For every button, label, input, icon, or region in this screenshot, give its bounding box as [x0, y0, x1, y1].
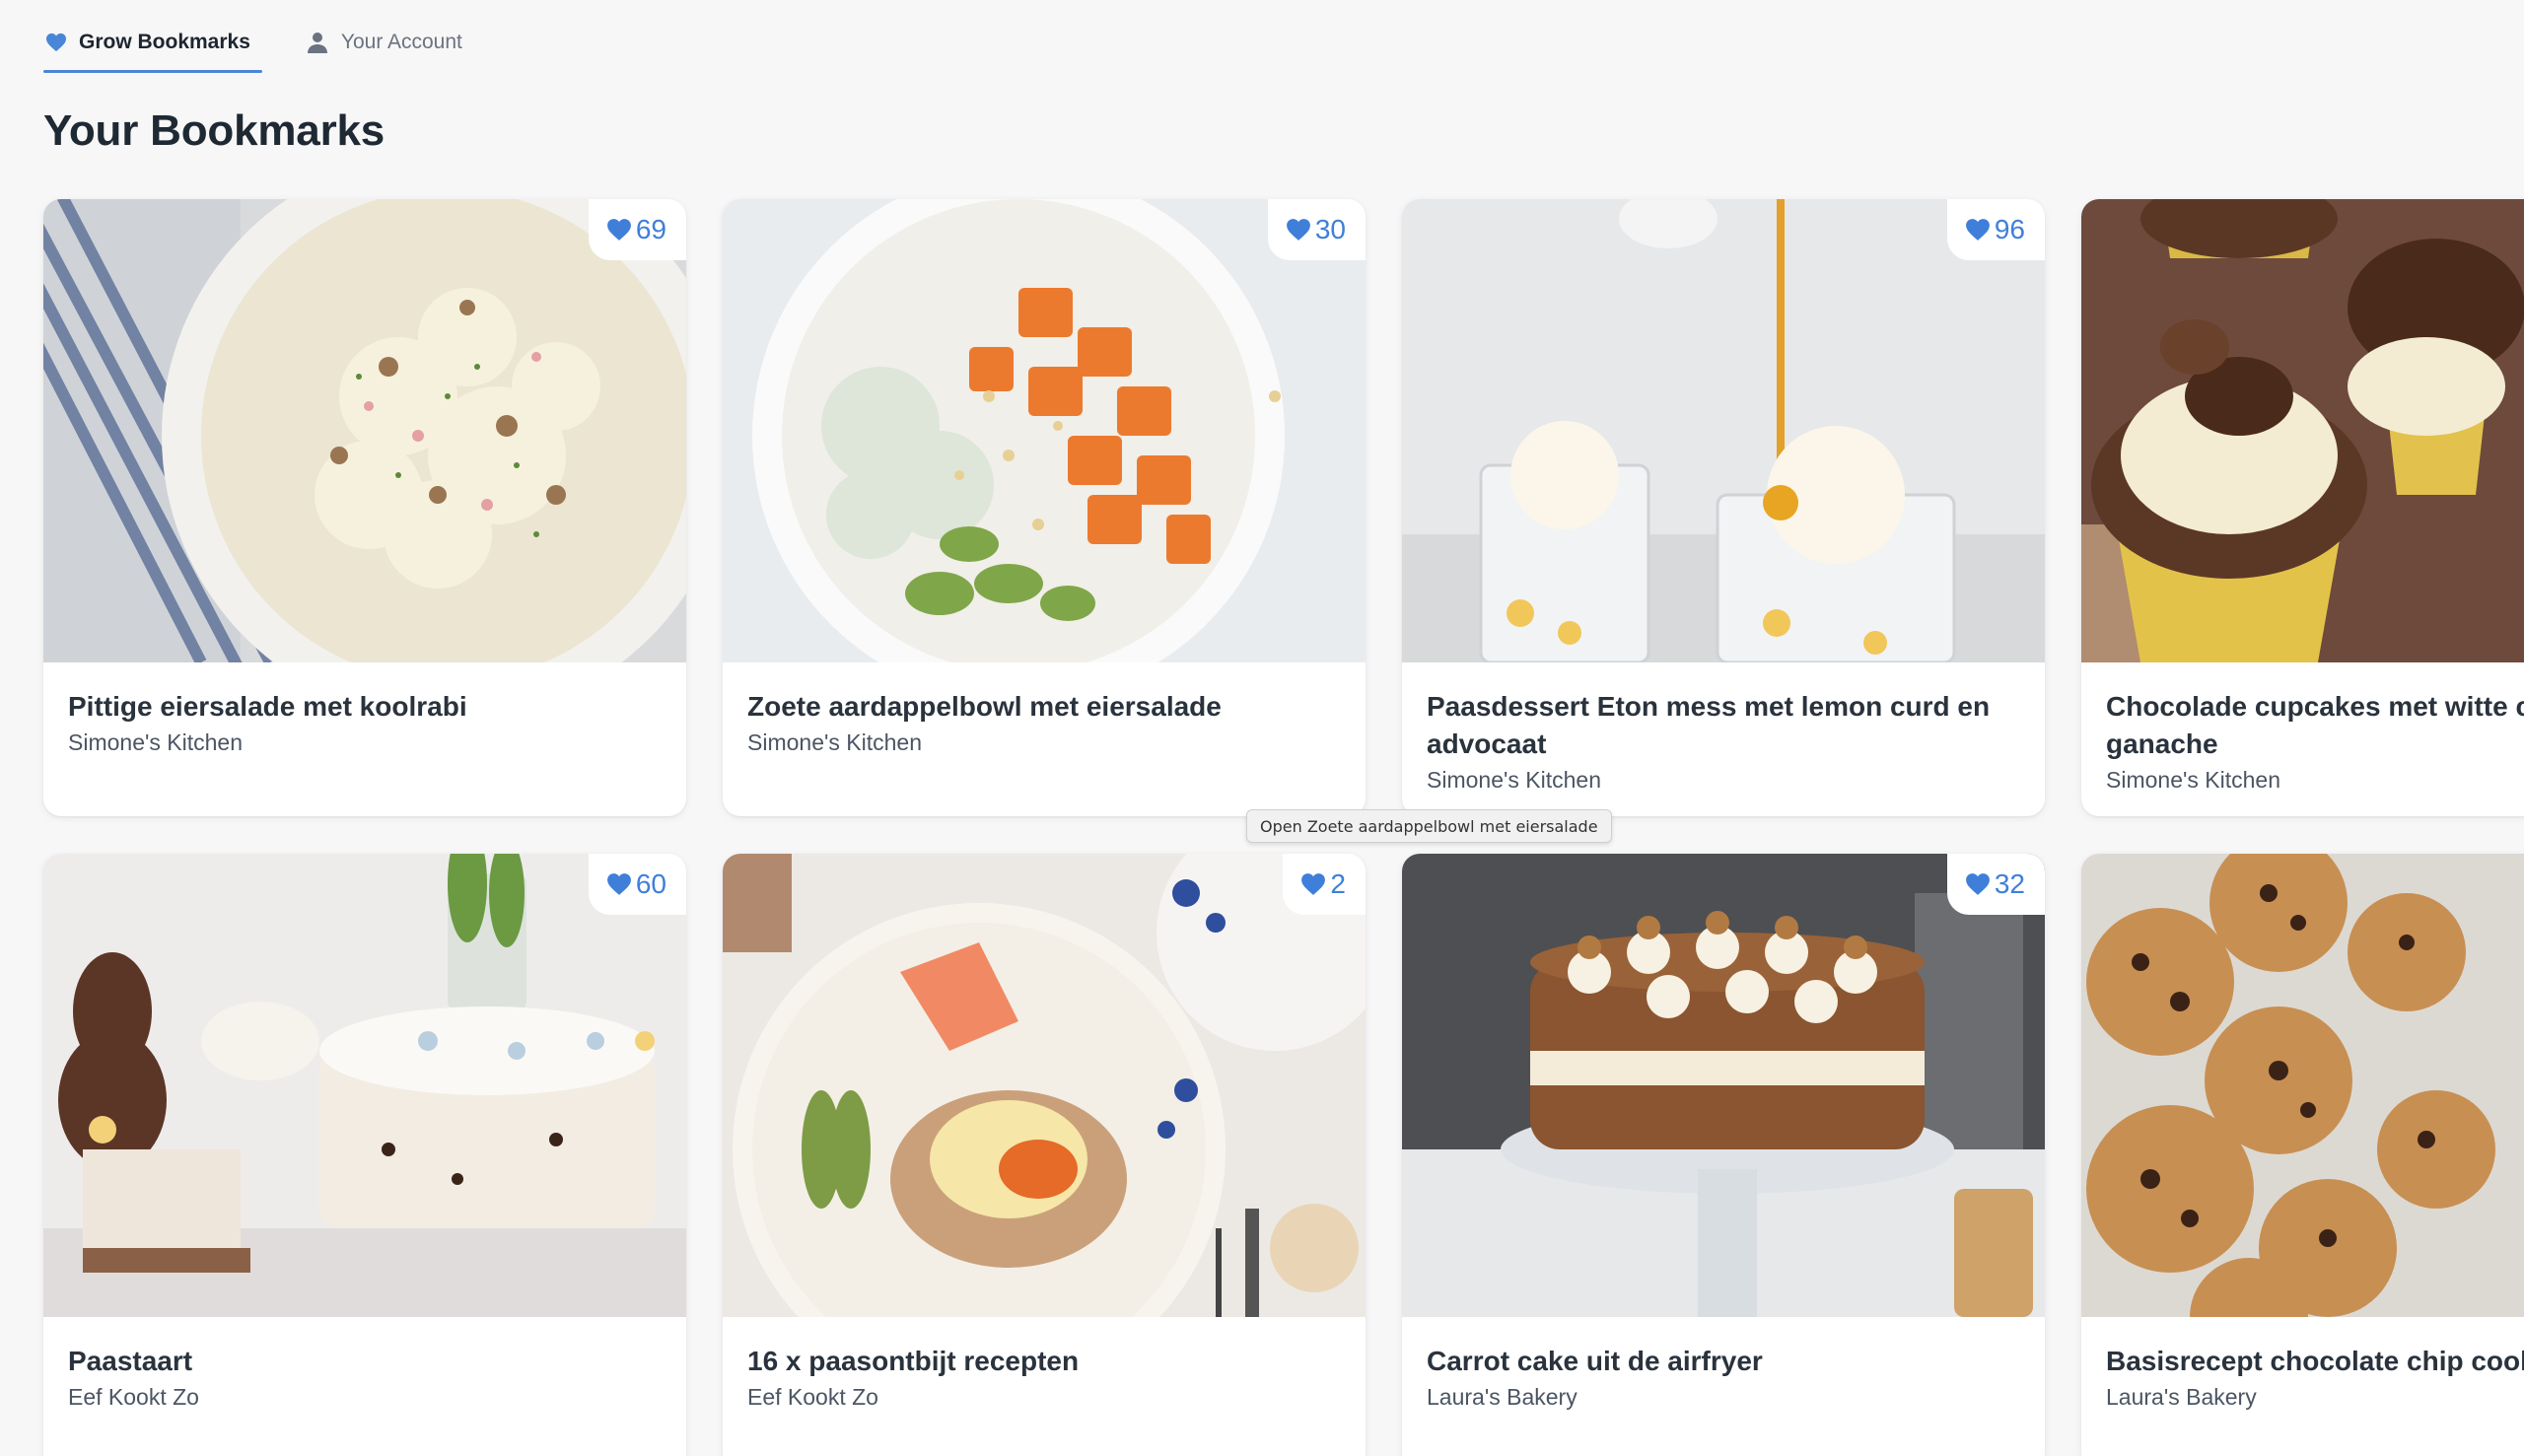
card-body: Paastaart Eef Kookt Zo — [43, 1317, 686, 1412]
page: Grow Bookmarks Your Account Your Bookmar… — [0, 0, 2524, 1456]
tab-grow-bookmarks[interactable]: Grow Bookmarks — [43, 12, 262, 73]
recipe-image: 96 — [1402, 199, 2045, 662]
recipe-image: 60 — [43, 854, 686, 1317]
recipe-title: Paasdessert Eton mess met lemon curd en … — [1427, 691, 1991, 759]
bookmark-card[interactable]: 30 Zoete aardappelbowl met eiersalade Si… — [723, 199, 1366, 816]
recipe-title: Chocolade cupcakes met witte chocolade g… — [2106, 691, 2524, 759]
heart-icon — [1286, 218, 1311, 242]
recipe-image: 30 — [723, 199, 1366, 662]
recipe-author: Eef Kookt Zo — [747, 1384, 878, 1410]
like-count: 96 — [1994, 214, 2025, 244]
bookmark-card[interactable]: Basisrecept chocolate chip cookies Laura… — [2081, 854, 2524, 1456]
card-body: Pittige eiersalade met koolrabi Simone's… — [43, 662, 686, 757]
recipe-author: Simone's Kitchen — [1427, 767, 1601, 793]
heart-icon — [45, 33, 67, 52]
heart-icon — [1965, 218, 1991, 242]
card-body: 16 x paasontbijt recepten Eef Kookt Zo — [723, 1317, 1366, 1412]
recipe-author: Eef Kookt Zo — [68, 1384, 199, 1410]
like-count: 30 — [1314, 214, 1346, 244]
tab-label: Grow Bookmarks — [79, 31, 250, 53]
recipe-author: Laura's Bakery — [1427, 1384, 1578, 1410]
recipe-author: Simone's Kitchen — [2106, 767, 2280, 793]
like-count: 69 — [635, 214, 666, 244]
recipe-title: Basisrecept chocolate chip cookies — [2106, 1346, 2524, 1376]
recipe-title: Carrot cake uit de airfryer — [1427, 1346, 1763, 1376]
bookmark-card[interactable]: 32 Carrot cake uit de airfryer Laura's B… — [1402, 854, 2045, 1456]
bookmark-card[interactable]: 2 16 x paasontbijt recepten Eef Kookt Zo — [723, 854, 1366, 1456]
recipe-image — [2081, 199, 2524, 662]
like-count-badge: 30 — [1267, 199, 1366, 260]
like-count-badge: 32 — [1946, 854, 2045, 915]
card-body: Carrot cake uit de airfryer Laura's Bake… — [1402, 1317, 2045, 1412]
tooltip: Open Zoete aardappelbowl met eiersalade — [1246, 809, 1612, 843]
tab-your-account[interactable]: Your Account — [304, 12, 472, 73]
recipe-title: Pittige eiersalade met koolrabi — [68, 691, 467, 722]
recipe-image — [2081, 854, 2524, 1317]
heart-icon — [1965, 872, 1991, 896]
tab-bar: Grow Bookmarks Your Account — [43, 12, 516, 73]
user-icon — [306, 31, 329, 54]
page-title: Your Bookmarks — [43, 106, 386, 155]
recipe-author: Laura's Bakery — [2106, 1384, 2257, 1410]
bookmark-card[interactable]: 60 Paastaart Eef Kookt Zo — [43, 854, 686, 1456]
bookmark-card[interactable]: 69 Pittige eiersalade met koolrabi Simon… — [43, 199, 686, 816]
like-count-badge: 60 — [588, 854, 686, 915]
heart-icon — [606, 872, 632, 896]
recipe-title: 16 x paasontbijt recepten — [747, 1346, 1080, 1376]
recipe-title: Paastaart — [68, 1346, 193, 1376]
like-count-badge: 96 — [1946, 199, 2045, 260]
bookmark-card[interactable]: Chocolade cupcakes met witte chocolade g… — [2081, 199, 2524, 816]
like-count: 60 — [635, 868, 666, 899]
recipe-image: 69 — [43, 199, 686, 662]
like-count-badge: 69 — [588, 199, 686, 260]
recipe-image: 32 — [1402, 854, 2045, 1317]
like-count: 32 — [1994, 868, 2025, 899]
recipe-title: Zoete aardappelbowl met eiersalade — [747, 691, 1222, 722]
recipe-author: Simone's Kitchen — [747, 729, 922, 755]
bookmark-card[interactable]: 96 Paasdessert Eton mess met lemon curd … — [1402, 199, 2045, 816]
card-body: Chocolade cupcakes met witte chocolade g… — [2081, 662, 2524, 795]
like-count-badge: 2 — [1283, 854, 1366, 915]
like-count: 2 — [1330, 868, 1346, 899]
heart-icon — [1300, 872, 1326, 896]
card-body: Basisrecept chocolate chip cookies Laura… — [2081, 1317, 2524, 1412]
recipe-image: 2 — [723, 854, 1366, 1317]
heart-icon — [606, 218, 632, 242]
card-body: Paasdessert Eton mess met lemon curd en … — [1402, 662, 2045, 795]
recipe-author: Simone's Kitchen — [68, 729, 243, 755]
tab-label: Your Account — [340, 31, 462, 53]
card-body: Zoete aardappelbowl met eiersalade Simon… — [723, 662, 1366, 757]
